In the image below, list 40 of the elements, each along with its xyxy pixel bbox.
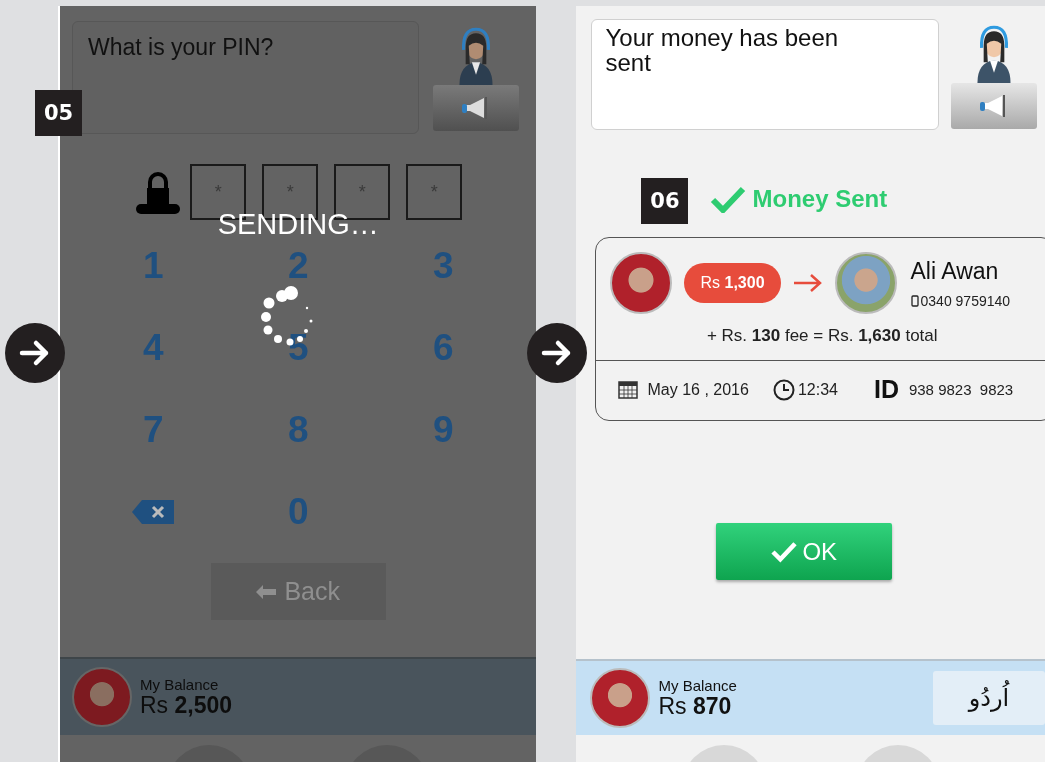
right-arrow-icon <box>792 273 823 293</box>
balance-label: My Balance <box>140 677 220 693</box>
keypad-key[interactable]: 9 <box>413 409 474 451</box>
step-badge: 06 <box>641 178 689 224</box>
avatar-photo <box>72 667 132 727</box>
transfer-date: May 16 , 2016 <box>647 380 749 399</box>
balance-amount: Rs 870 <box>658 693 733 718</box>
phone-icon <box>910 294 919 307</box>
balance-label: My Balance <box>658 678 737 694</box>
keypad-key[interactable]: 0 <box>268 491 329 533</box>
speech-bubble: Your money has been sent <box>591 19 940 130</box>
speaker-button[interactable] <box>951 83 1038 129</box>
transaction-id: 938 9823 9823 <box>908 381 1014 398</box>
keypad-key[interactable]: 7 <box>123 409 184 451</box>
keypad-key[interactable]: 4 <box>123 327 184 369</box>
keypad-key[interactable]: 2 <box>268 245 329 287</box>
pin-digit-field[interactable]: * <box>406 164 463 220</box>
back-arrow-icon <box>256 584 277 599</box>
calendar-icon <box>618 380 639 399</box>
check-icon <box>770 540 799 563</box>
keypad-key[interactable]: 1 <box>123 245 184 287</box>
keypad-key[interactable]: 8 <box>268 409 329 451</box>
keypad-key[interactable]: 3 <box>413 245 474 287</box>
step-badge: 05 <box>35 90 82 136</box>
recipient-name: Ali Awan <box>910 257 1000 285</box>
speaker-button[interactable] <box>433 85 519 131</box>
balance-amount: Rs 2,500 <box>140 692 233 717</box>
status-label: Money Sent <box>752 185 888 213</box>
backspace-icon <box>132 500 175 524</box>
ok-button[interactable]: OK <box>715 523 892 580</box>
language-button[interactable]: اُردُو <box>933 671 1045 725</box>
speech-bubble: What is your PIN? <box>72 21 419 134</box>
amount-pill: Rs 1,300 <box>684 263 781 303</box>
check-icon <box>710 185 747 213</box>
fee-summary: + Rs. 130 fee = Rs. 1,630 total <box>706 326 938 346</box>
id-label: ID <box>873 375 899 404</box>
keypad-key[interactable]: 6 <box>413 327 474 369</box>
clock-icon <box>772 378 795 401</box>
transfer-time: 12:34 <box>797 380 838 399</box>
recipient-phone: 0340 9759140 <box>920 292 1011 309</box>
